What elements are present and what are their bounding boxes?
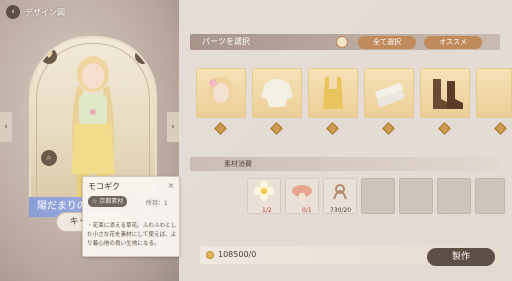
mushroom-icon [292, 185, 312, 203]
part-slot-stockings[interactable] [364, 68, 414, 118]
stockings-icon [375, 83, 405, 107]
material-slot-empty [437, 178, 471, 214]
material-slot-empty [399, 178, 433, 214]
coin-icon [206, 251, 214, 259]
star-icon[interactable]: ✦ [135, 48, 151, 64]
material-count: 1/2 [262, 207, 272, 214]
tooltip-owned-count: 所持：1 [146, 200, 168, 207]
thread-icon [333, 184, 347, 200]
part-slot-partial[interactable] [476, 68, 512, 118]
material-count: 0/1 [302, 207, 312, 214]
next-design-arrow[interactable]: › [167, 112, 179, 142]
back-arrow-icon[interactable]: ‹ [6, 5, 20, 19]
blouse-icon [261, 79, 293, 107]
make-button[interactable]: 製作 [427, 248, 495, 266]
select-toggle-icon[interactable] [336, 36, 348, 48]
magnify-icon[interactable]: ⌕ [41, 150, 57, 166]
select-all-button[interactable]: 全て選択 [358, 36, 416, 49]
part-slot-boots[interactable] [420, 68, 470, 118]
heart-icon: ♥ [41, 48, 57, 64]
overalls-icon [323, 77, 343, 109]
material-slot-empty [475, 178, 505, 214]
headpiece-icon [209, 77, 233, 105]
tooltip-title: モコギク [88, 182, 120, 191]
part-slot-blouse[interactable] [252, 68, 302, 118]
tooltip-rarity-badge: ☆ 京都素材 [88, 196, 128, 207]
tooltip-description: ・花束に添える草花。ふわふわとした小さな花を素材にして使えば、より着心地の良い生… [87, 223, 177, 247]
header: ‹ デザイン図 [6, 4, 65, 20]
part-slot-overalls[interactable] [308, 68, 358, 118]
recommend-button[interactable]: オススメ [424, 36, 482, 49]
materials-title: 素材消費 [224, 160, 252, 168]
currency-value: 108500/0 [218, 250, 257, 259]
header-title: デザイン図 [25, 7, 65, 17]
boots-icon [433, 79, 463, 109]
material-slot-empty [361, 178, 395, 214]
close-icon[interactable]: × [166, 181, 176, 191]
flower-icon [254, 181, 274, 201]
material-count: 730/20 [330, 207, 352, 214]
part-slot-headpiece[interactable] [196, 68, 246, 118]
parts-title: パーツを選択 [202, 37, 250, 46]
prev-design-arrow[interactable]: ‹ [0, 112, 12, 142]
